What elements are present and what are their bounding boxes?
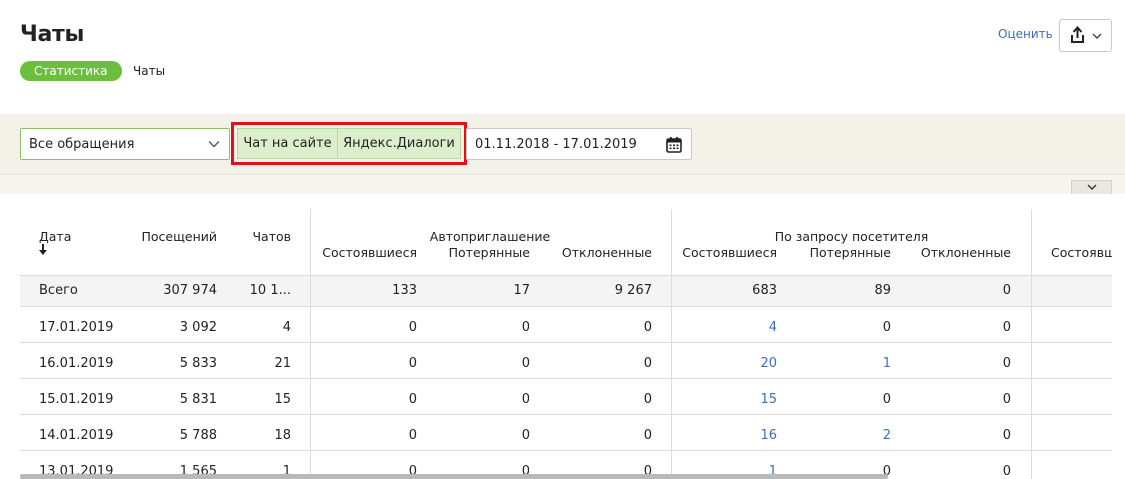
share-button[interactable]: [1059, 19, 1112, 52]
date-range-picker[interactable]: 01.11.2018 - 17.01.2019: [466, 128, 692, 160]
row-visitor-declined: 0: [1002, 320, 1011, 335]
row-auto-declined: 0: [643, 320, 652, 335]
row-auto-declined: 0: [643, 392, 652, 407]
row-auto-lost: 0: [521, 428, 530, 443]
row-auto-completed: 0: [408, 320, 417, 335]
row-visitor-declined: 0: [1002, 356, 1011, 371]
group-visitor-request-header: По запросу посетителя: [774, 229, 929, 244]
row-divider: [20, 342, 1112, 343]
row-visitor-completed-link[interactable]: 4: [671, 320, 777, 335]
row-date: 14.01.2019: [39, 428, 114, 443]
col-header-next-completed[interactable]: Состоявши: [1051, 245, 1112, 260]
col-header-visitor-completed[interactable]: Состоявшиеся: [671, 245, 777, 260]
rate-link[interactable]: Оценить: [998, 27, 1053, 41]
row-visitor-completed-link[interactable]: 20: [671, 356, 777, 371]
page-title: Чаты: [20, 22, 85, 47]
row-visitor-declined: 0: [1002, 392, 1011, 407]
total-visitor-declined: 0: [1002, 283, 1011, 298]
row-chats: 18: [274, 428, 291, 443]
page-header: Чаты Статистика Чаты Оценить: [0, 0, 1125, 114]
row-auto-lost: 0: [521, 356, 530, 371]
row-visitor-lost-link[interactable]: 2: [777, 428, 891, 443]
group-autoinvite-header: Автоприглашение: [429, 229, 551, 244]
row-date: 16.01.2019: [39, 356, 114, 371]
sort-down-icon[interactable]: [38, 244, 48, 256]
filter-strip: [0, 174, 1125, 194]
total-auto-declined: 9 267: [614, 283, 652, 298]
total-chats: 10 1...: [249, 283, 291, 298]
row-chats: 15: [274, 392, 291, 407]
horizontal-scrollbar[interactable]: [20, 474, 888, 479]
chevron-down-icon: [1087, 184, 1097, 190]
row-divider: [20, 306, 1112, 307]
stats-table: Дата Посещений Чатов Автоприглашение По …: [20, 209, 1112, 479]
row-auto-lost: 0: [521, 392, 530, 407]
col-header-auto-lost[interactable]: Потерянные: [417, 245, 530, 260]
tab-statistics[interactable]: Статистика: [20, 61, 122, 81]
appeal-type-select[interactable]: Все обращения: [20, 128, 230, 160]
row-visits: 5 831: [179, 392, 217, 407]
col-chats-header[interactable]: Чатов: [231, 229, 291, 244]
row-date: 17.01.2019: [39, 320, 114, 335]
total-auto-lost: 17: [513, 283, 530, 298]
row-visitor-lost: 0: [882, 392, 891, 407]
row-divider: [20, 414, 1112, 415]
row-auto-declined: 0: [643, 356, 652, 371]
row-visitor-declined: 0: [1002, 428, 1011, 443]
tab-chats[interactable]: Чаты: [133, 61, 165, 81]
share-icon: [1071, 25, 1102, 43]
col-visits-header[interactable]: Посещений: [120, 229, 218, 244]
row-auto-completed: 0: [408, 428, 417, 443]
row-visits: 3 092: [179, 320, 217, 335]
total-visitor-lost: 89: [874, 283, 891, 298]
row-visits: 5 788: [179, 428, 217, 443]
col-header-auto-declined[interactable]: Отклоненные: [530, 245, 652, 260]
row-visitor-completed-link[interactable]: 15: [671, 392, 777, 407]
row-visitor-declined: 0: [1002, 464, 1011, 479]
row-date: 15.01.2019: [39, 392, 114, 407]
row-auto-lost: 0: [521, 320, 530, 335]
highlight-frame: [231, 122, 467, 165]
row-visitor-lost: 0: [882, 320, 891, 335]
col-header-visitor-declined[interactable]: Отклоненные: [891, 245, 1011, 260]
row-chats: 4: [282, 320, 291, 335]
row-divider: [20, 450, 1112, 451]
row-visits: 5 833: [179, 356, 217, 371]
total-visitor-completed: 683: [752, 283, 777, 298]
row-visitor-lost-link[interactable]: 1: [777, 356, 891, 371]
row-chats: 21: [274, 356, 291, 371]
date-range-value: 01.11.2018 - 17.01.2019: [475, 137, 637, 152]
total-visits: 307 974: [163, 283, 217, 298]
row-divider: [20, 378, 1112, 379]
row-auto-completed: 0: [408, 356, 417, 371]
row-auto-completed: 0: [408, 392, 417, 407]
total-auto-completed: 133: [392, 283, 417, 298]
filter-bar: Все обращения Чат на сайте Яндекс.Диалог…: [0, 114, 1125, 174]
row-visitor-completed-link[interactable]: 16: [671, 428, 777, 443]
chevron-down-icon: [208, 141, 220, 148]
appeal-type-value: Все обращения: [29, 137, 135, 152]
col-date-header[interactable]: Дата: [39, 229, 71, 244]
calendar-icon: [666, 137, 682, 153]
col-header-visitor-lost[interactable]: Потерянные: [777, 245, 891, 260]
col-divider: [1031, 209, 1032, 479]
total-label: Всего: [39, 283, 78, 298]
row-auto-declined: 0: [643, 428, 652, 443]
col-header-auto-completed[interactable]: Состоявшиеся: [310, 245, 417, 260]
chevron-down-icon: [1092, 33, 1102, 39]
header-divider: [20, 275, 1112, 276]
collapse-toggle[interactable]: [1071, 180, 1112, 194]
